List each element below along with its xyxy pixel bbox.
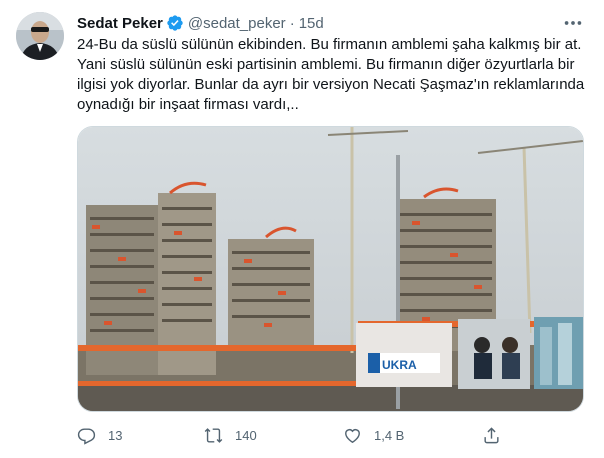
- tweet-header: Sedat Peker @sedat_peker · 15d: [77, 13, 324, 33]
- tweet-text-line: ilgisi yok diyorlar. Bunlar da ayrı bir …: [77, 76, 585, 93]
- tweet-text-line: Yani süslü sülünün eski partisinin amble…: [77, 56, 575, 73]
- reply-icon: [77, 427, 96, 445]
- like-icon: [345, 428, 360, 443]
- tweet[interactable]: Sedat Peker @sedat_peker · 15d 24-Bu da …: [0, 0, 604, 458]
- avatar-image: [16, 12, 64, 60]
- tweet-text-line: oynadığı bir inşaat firması vardı,..: [77, 96, 299, 113]
- avatar[interactable]: [16, 12, 64, 60]
- author-name[interactable]: Sedat Peker: [77, 15, 163, 32]
- share-button[interactable]: [482, 424, 513, 446]
- retweet-count: 140: [235, 427, 257, 443]
- retweet-icon: [204, 427, 223, 443]
- tweet-photo[interactable]: UKRA: [77, 126, 584, 412]
- retweet-button[interactable]: 140: [204, 424, 257, 446]
- tweet-actions: 13 140 1,4 B: [77, 424, 587, 446]
- tweet-text: 24-Bu da süslü sülünün ekibinden. Bu fir…: [77, 35, 587, 115]
- verified-badge-icon: [167, 15, 183, 31]
- author-handle[interactable]: @sedat_peker: [188, 15, 286, 32]
- header-separator: ·: [289, 14, 295, 32]
- reply-count: 13: [108, 427, 123, 443]
- like-button[interactable]: 1,4 B: [343, 424, 404, 446]
- share-icon: [484, 426, 499, 443]
- construction-site-image: UKRA: [78, 127, 583, 411]
- reply-button[interactable]: 13: [77, 424, 122, 446]
- billboard-text: UKRA: [382, 358, 417, 372]
- like-count: 1,4 B: [374, 427, 405, 443]
- tweet-age[interactable]: 15d: [299, 15, 324, 32]
- more-options-icon[interactable]: [562, 12, 584, 34]
- tweet-text-line: 24-Bu da süslü sülünün ekibinden. Bu fir…: [77, 36, 582, 53]
